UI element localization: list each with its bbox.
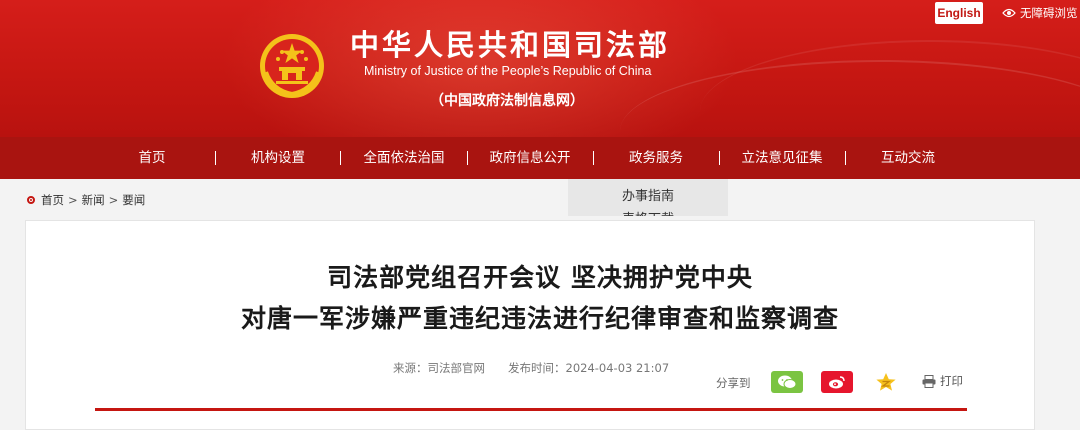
published-value: 2024-04-03 21:07 bbox=[565, 361, 670, 375]
source-label: 来源： bbox=[393, 361, 428, 375]
header-decoration bbox=[700, 40, 1080, 137]
site-title-english: Ministry of Justice of the People’s Repu… bbox=[364, 64, 652, 78]
main-nav: 首页 机构设置 全面依法治国 政府信息公开 政务服务 立法意见征集 互动交流 bbox=[0, 137, 1080, 179]
content-divider bbox=[95, 408, 967, 411]
accessibility-link[interactable]: 无障碍浏览 bbox=[1002, 5, 1078, 21]
article-source: 来源：司法部官网 bbox=[393, 360, 485, 376]
national-emblem-icon[interactable] bbox=[258, 32, 326, 100]
english-button[interactable]: English bbox=[935, 2, 983, 24]
print-label: 打印 bbox=[940, 374, 963, 388]
nav-item-organization[interactable]: 机构设置 bbox=[251, 137, 305, 179]
site-header: 中华人民共和国司法部 Ministry of Justice of the Pe… bbox=[0, 0, 1080, 137]
eye-icon bbox=[1002, 8, 1016, 18]
breadcrumb: 首页 > 新闻 > 要闻 bbox=[27, 191, 145, 209]
nav-separator bbox=[340, 151, 341, 165]
breadcrumb-separator: > bbox=[68, 193, 78, 207]
accessibility-label: 无障碍浏览 bbox=[1020, 6, 1078, 20]
published-label: 发布时间： bbox=[508, 361, 566, 375]
nav-item-home[interactable]: 首页 bbox=[139, 137, 166, 179]
printer-icon bbox=[922, 374, 936, 388]
weibo-share-button[interactable] bbox=[821, 371, 853, 393]
dropdown-item-forms[interactable]: 表格下载 bbox=[568, 208, 728, 216]
breadcrumb-home[interactable]: 首页 bbox=[41, 192, 64, 208]
nav-item-services[interactable]: 政务服务 bbox=[629, 137, 683, 179]
nav-separator bbox=[845, 151, 846, 165]
nav-separator bbox=[719, 151, 720, 165]
qzone-share-button[interactable] bbox=[871, 371, 901, 393]
nav-item-interaction[interactable]: 互动交流 bbox=[881, 137, 935, 179]
article-date: 发布时间：2024-04-03 21:07 bbox=[508, 360, 669, 376]
nav-separator bbox=[215, 151, 216, 165]
share-label: 分享到 bbox=[716, 376, 751, 390]
dropdown-item-guide[interactable]: 办事指南 bbox=[568, 185, 728, 204]
qzone-icon bbox=[876, 373, 896, 391]
print-button[interactable]: 打印 bbox=[922, 373, 963, 389]
article-title-line-2: 对唐一军涉嫌严重违纪违法进行纪律审查和监察调查 bbox=[240, 304, 839, 333]
wechat-share-button[interactable] bbox=[771, 371, 803, 393]
wechat-icon bbox=[778, 375, 797, 389]
nav-item-legislation[interactable]: 立法意见征集 bbox=[742, 137, 823, 179]
article-title-line-1: 司法部党组召开会议 坚决拥护党中央 bbox=[327, 263, 753, 292]
location-dot-icon bbox=[27, 196, 35, 204]
nav-item-rule-of-law[interactable]: 全面依法治国 bbox=[364, 137, 445, 179]
source-value: 司法部官网 bbox=[427, 361, 486, 375]
weibo-icon bbox=[829, 376, 845, 389]
nav-item-info-disclosure[interactable]: 政府信息公开 bbox=[490, 137, 571, 179]
site-title: 中华人民共和国司法部 bbox=[350, 28, 671, 62]
breadcrumb-news[interactable]: 新闻 bbox=[82, 192, 105, 208]
site-subtitle: （中国政府法制信息网） bbox=[430, 93, 584, 109]
services-dropdown: 办事指南 表格下载 bbox=[568, 179, 728, 216]
breadcrumb-separator: > bbox=[108, 193, 119, 207]
nav-separator bbox=[593, 151, 594, 165]
nav-separator bbox=[467, 151, 468, 165]
breadcrumb-headlines[interactable]: 要闻 bbox=[122, 192, 145, 208]
